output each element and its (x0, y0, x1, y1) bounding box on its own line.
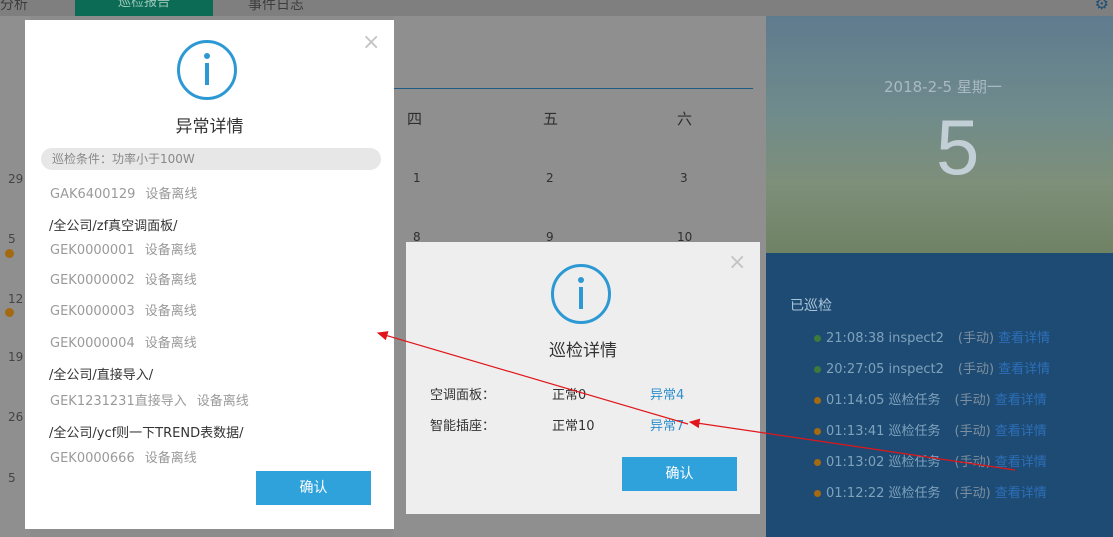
arrow-to-exception-list (376, 331, 689, 425)
annotation-arrows (376, 331, 1016, 471)
arrow-to-abnormal-link (688, 418, 1016, 471)
